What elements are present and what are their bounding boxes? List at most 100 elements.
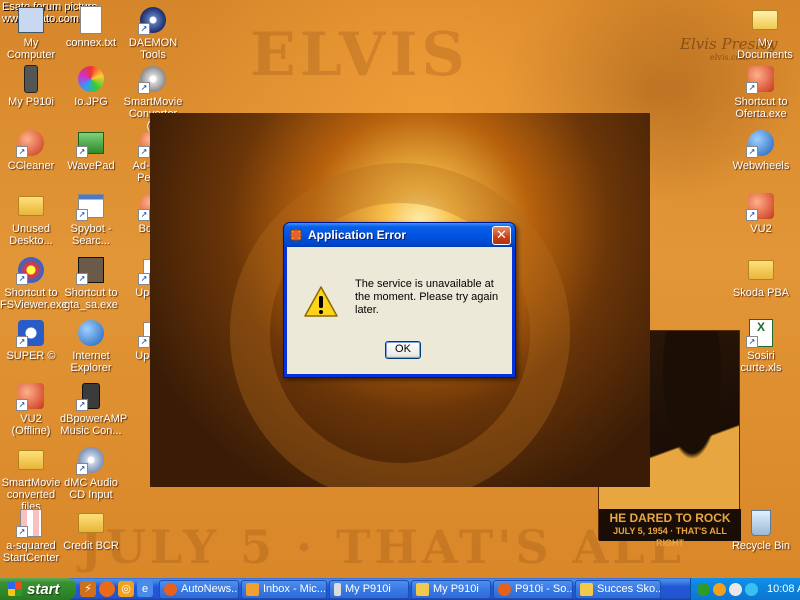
desktop-icon-skoda-pba[interactable]: Skoda PBA: [730, 255, 792, 299]
firefox-icon: [164, 582, 177, 596]
system-tray: 10:08 AM: [690, 578, 800, 600]
clock[interactable]: 10:08 AM: [767, 583, 800, 595]
poster-image: [647, 331, 739, 509]
network-icon[interactable]: [697, 582, 710, 596]
icon-label: CCleaner: [7, 160, 55, 172]
image-file-icon: [76, 64, 106, 94]
taskbar-button-my-p910i-1[interactable]: My P910i: [329, 579, 409, 599]
smartmovie-icon: [138, 64, 168, 94]
firefox-icon: [498, 582, 511, 596]
icon-label: Spybot - Searc...: [70, 223, 112, 247]
taskbar: start ⚡ ◎ e AutoNews.... Inbox - Mic... …: [0, 578, 800, 600]
fsviewer-icon: [16, 255, 46, 285]
text-file-icon: [76, 5, 106, 35]
desktop-icon-connex-txt[interactable]: connex.txt: [60, 5, 122, 49]
taskbar-button-succes-sko[interactable]: Succes Sko...: [575, 579, 661, 599]
outlook-icon[interactable]: ◎: [118, 581, 134, 597]
warning-icon: [303, 285, 339, 319]
icon-label: WavePad: [67, 160, 115, 172]
a-squared-icon: [16, 508, 46, 538]
icon-label: My Documents: [737, 37, 793, 61]
cd-icon: [76, 445, 106, 475]
desktop-icon-unused-desktop[interactable]: Unused Deskto...: [0, 191, 62, 247]
gta-icon: [76, 255, 106, 285]
desktop-icon-internet-explorer[interactable]: Internet Explorer: [60, 318, 122, 374]
folder-icon: [746, 255, 776, 285]
desktop-icon-vu2-offline[interactable]: VU2 (Offline): [0, 381, 62, 437]
super-icon: [16, 318, 46, 348]
desktop-icon-a-squared[interactable]: a-squared StartCenter: [0, 508, 62, 564]
taskbar-button-inbox[interactable]: Inbox - Mic...: [241, 579, 327, 599]
dialog-body: The service is unavailable at the moment…: [287, 247, 512, 374]
folder-icon: [580, 582, 593, 596]
sync-icon[interactable]: [729, 582, 742, 596]
webwheels-icon: [746, 128, 776, 158]
icon-label: Internet Explorer: [70, 350, 112, 374]
phone-icon: [16, 64, 46, 94]
folder-icon: [16, 445, 46, 475]
computer-icon: [16, 5, 46, 35]
taskbar-button-autonews[interactable]: AutoNews....: [159, 579, 239, 599]
desktop-icon-daemon-tools[interactable]: DAEMON Tools: [122, 5, 184, 61]
folder-icon: [76, 508, 106, 538]
dialog-titlebar[interactable]: Application Error ✕: [284, 223, 515, 247]
desktop-icon-wavepad[interactable]: WavePad: [60, 128, 122, 172]
browser-icon[interactable]: e: [137, 581, 153, 597]
icon-label: Unused Deskto...: [9, 223, 53, 247]
desktop-icon-smartmovie-files[interactable]: SmartMovie converted files: [0, 445, 62, 513]
folder-icon: [416, 582, 429, 596]
desktop-icon-gta[interactable]: Shortcut to gta_sa.exe: [60, 255, 122, 311]
desktop-icon-super[interactable]: SUPER ©: [0, 318, 62, 362]
dbpoweramp-icon: [76, 381, 106, 411]
desktop-icon-ccleaner[interactable]: CCleaner: [0, 128, 62, 172]
icon-label: DAEMON Tools: [128, 37, 178, 61]
icon-label: connex.txt: [65, 37, 117, 49]
desktop-icon-spybot[interactable]: Spybot - Searc...: [60, 191, 122, 247]
application-error-dialog: Application Error ✕ The service is unava…: [283, 222, 516, 378]
desktop-icon-credit-bcr[interactable]: Credit BCR: [60, 508, 122, 552]
taskbar-button-my-p910i-2[interactable]: My P910i: [411, 579, 491, 599]
icon-label: My Computer: [6, 37, 56, 61]
task-label: P910i - So...: [515, 583, 573, 595]
icon-label: Webwheels: [732, 160, 790, 172]
desktop-icon-my-computer[interactable]: My Computer: [0, 5, 62, 61]
desktop-icon-fsviewer[interactable]: Shortcut to FSViewer.exe: [0, 255, 68, 311]
internet-explorer-icon: [76, 318, 106, 348]
outlook-tray-icon[interactable]: [713, 582, 726, 596]
icon-label: Credit BCR: [63, 540, 119, 552]
icon-label: Shortcut to Oferta.exe: [734, 96, 788, 120]
task-label: My P910i: [433, 583, 479, 595]
desktop-icon-my-documents[interactable]: My Documents: [734, 5, 796, 61]
taskbar-button-p910i-so[interactable]: P910i - So...: [493, 579, 573, 599]
task-label: My P910i: [345, 583, 391, 595]
icon-label: VU2 (Offline): [11, 413, 51, 437]
icon-label: dBpowerAMP Music Con...: [60, 413, 128, 437]
winamp-icon[interactable]: ⚡: [80, 581, 96, 597]
windows-logo-icon: [8, 582, 22, 596]
desktop-icon-io-jpg[interactable]: Io.JPG: [60, 64, 122, 108]
quick-launch: ⚡ ◎ e: [76, 581, 157, 597]
icon-label: VU2: [750, 223, 772, 235]
firefox-icon[interactable]: [99, 581, 115, 597]
task-label: Succes Sko...: [597, 583, 661, 595]
oferta-icon: [746, 64, 776, 94]
bluetooth-icon[interactable]: [745, 582, 758, 596]
vu2-icon: [16, 381, 46, 411]
documents-folder-icon: [750, 5, 780, 35]
desktop-icon-dbpoweramp[interactable]: dBpowerAMP Music Con...: [60, 381, 128, 437]
desktop-icon-dmc-audio-cd[interactable]: dMC Audio CD Input: [60, 445, 122, 501]
phone-icon: [334, 582, 341, 596]
wallpaper-text: ELVIS: [250, 20, 469, 90]
desktop-icon-webwheels[interactable]: Webwheels: [730, 128, 792, 172]
vu2-icon: [746, 191, 776, 221]
desktop-icon-my-p910i[interactable]: My P910i: [0, 64, 62, 108]
task-label: AutoNews....: [181, 583, 239, 595]
desktop-icon-vu2[interactable]: VU2: [730, 191, 792, 235]
start-button[interactable]: start: [0, 578, 76, 600]
close-button[interactable]: ✕: [492, 225, 511, 245]
ok-button[interactable]: OK: [385, 341, 421, 359]
wavepad-icon: [76, 128, 106, 158]
desktop-icon-oferta[interactable]: Shortcut to Oferta.exe: [730, 64, 792, 120]
icon-label: Skoda PBA: [732, 287, 790, 299]
icon-label: SUPER ©: [6, 350, 56, 362]
